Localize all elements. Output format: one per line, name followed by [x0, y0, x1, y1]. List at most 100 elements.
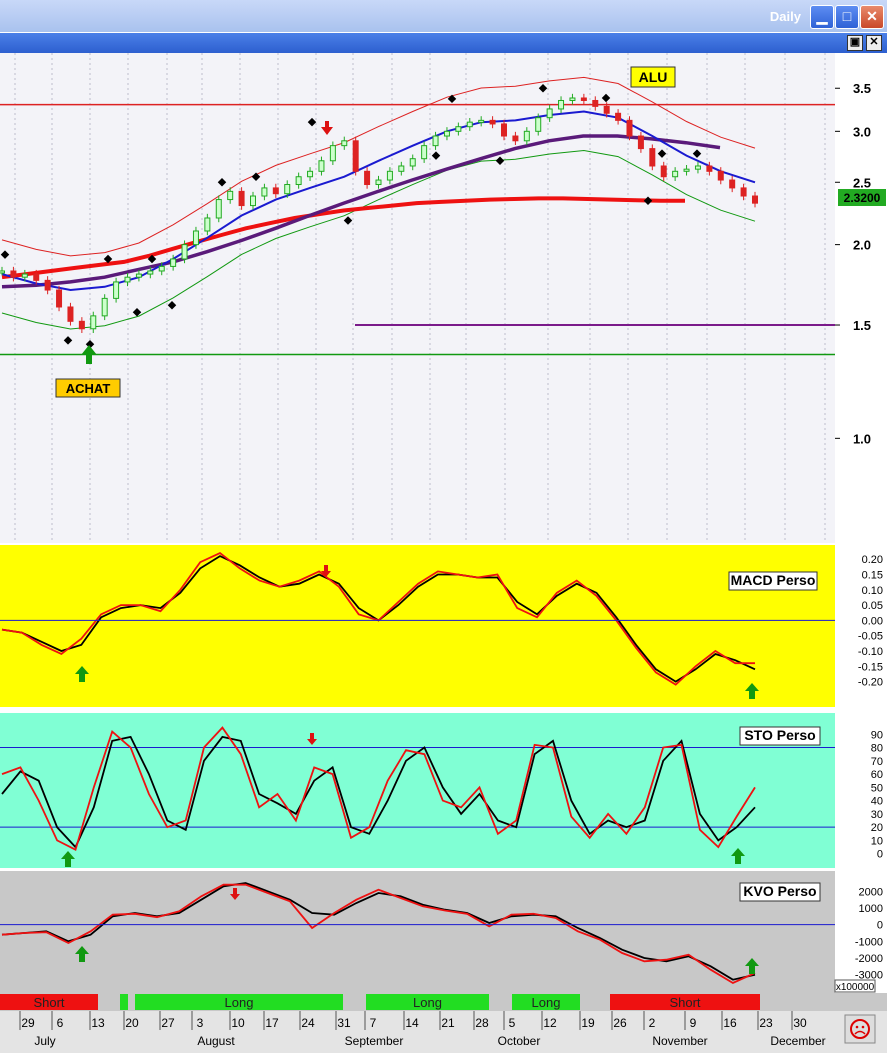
subwindow-close-icon[interactable]: ✕ — [866, 35, 882, 51]
signal-label: Short — [669, 995, 700, 1010]
candle — [478, 119, 485, 123]
axis-tick-label: 50 — [871, 782, 883, 794]
date-tick-label: 30 — [793, 1016, 807, 1030]
price-tick-label: 2.5 — [853, 175, 871, 190]
candle — [0, 270, 5, 274]
date-tick-label: 23 — [759, 1016, 773, 1030]
axis-tick-label: 60 — [871, 769, 883, 781]
date-tick-label: 19 — [581, 1016, 595, 1030]
axis-tick-label: -0.05 — [858, 631, 883, 643]
buy-label: ACHAT — [55, 378, 121, 398]
date-tick-label: 24 — [301, 1016, 315, 1030]
candle — [569, 97, 576, 101]
month-label: July — [34, 1034, 55, 1048]
candle — [592, 99, 599, 107]
candle — [421, 145, 428, 160]
candle — [660, 165, 667, 178]
candle — [364, 170, 371, 186]
axis-tick-label: 20 — [871, 822, 883, 834]
date-tick-label: 20 — [125, 1016, 139, 1030]
sad-face-icon[interactable] — [844, 1014, 876, 1044]
buy-label-text: ACHAT — [66, 381, 111, 396]
candle — [33, 273, 40, 281]
candle — [706, 165, 713, 172]
last-price-text: 2.3200 — [844, 191, 881, 205]
price-tick-label: 3.0 — [853, 124, 871, 139]
panel-title: KVO Perso — [739, 882, 821, 902]
candle — [558, 99, 565, 110]
candle — [489, 119, 496, 125]
candle — [546, 108, 553, 119]
window-title: Daily — [769, 9, 801, 24]
axis-tick-label: -1000 — [855, 936, 883, 948]
candle — [466, 121, 473, 128]
minimize-icon[interactable]: ▁ — [810, 5, 834, 29]
candle — [124, 276, 131, 283]
candle — [580, 97, 587, 101]
candle — [717, 170, 724, 181]
unit-label: x100000 — [836, 982, 875, 993]
date-tick-label: 10 — [231, 1016, 245, 1030]
candle — [238, 190, 245, 207]
date-tick-label: 6 — [57, 1016, 64, 1030]
chart-subwindow-bar: ▣ ✕ — [0, 33, 887, 53]
axis-tick-label: 1000 — [859, 903, 883, 915]
candle — [740, 187, 747, 197]
candle — [215, 199, 222, 219]
date-tick-label: 12 — [543, 1016, 557, 1030]
candle — [135, 273, 142, 278]
candle — [352, 140, 359, 172]
candle — [603, 105, 610, 114]
date-tick-label: 17 — [265, 1016, 279, 1030]
axis-tick-label: 80 — [871, 743, 883, 755]
signal-label: Long — [532, 995, 561, 1010]
candle — [272, 187, 279, 195]
close-icon[interactable]: ✕ — [860, 5, 884, 29]
candle — [181, 244, 188, 260]
month-label: September — [345, 1034, 404, 1048]
candle — [192, 230, 199, 246]
price-panel-bg — [0, 53, 835, 543]
date-tick-label: 27 — [161, 1016, 175, 1030]
date-tick-label: 13 — [91, 1016, 105, 1030]
candle — [318, 160, 325, 172]
candle — [284, 184, 291, 195]
candle — [295, 176, 302, 186]
window-titlebar: Daily ▁ □ ✕ — [0, 0, 887, 32]
candle — [375, 179, 382, 186]
maximize-icon[interactable]: □ — [835, 5, 859, 29]
candle — [307, 170, 314, 178]
panel-title-text: MACD Perso — [731, 572, 816, 588]
axis-tick-label: 0.20 — [862, 554, 883, 566]
date-tick-label: 5 — [509, 1016, 516, 1030]
month-label: August — [197, 1034, 235, 1048]
candle — [398, 165, 405, 172]
candle — [729, 179, 736, 189]
restore-icon[interactable]: ▣ — [847, 35, 863, 51]
axis-tick-label: 0.00 — [862, 615, 883, 627]
candle — [615, 112, 622, 121]
candle — [683, 168, 690, 172]
candle — [637, 135, 644, 150]
candle — [113, 281, 120, 299]
price-tick-label: 2.0 — [853, 238, 871, 253]
candle — [101, 297, 108, 317]
candle — [44, 279, 51, 291]
candle — [672, 170, 679, 178]
chart-area[interactable]: 3.5 3.0 2.5 2.0 1.5 1.0 ALU ACHAT 2.3200 0.20 0.1… — [0, 53, 887, 1053]
candle — [78, 320, 85, 330]
axis-tick-label: 0 — [877, 849, 883, 861]
date-tick-label: 14 — [405, 1016, 419, 1030]
panel-title: STO Perso — [739, 726, 821, 746]
price-tick-label: 3.5 — [853, 81, 871, 96]
date-tick-label: 31 — [337, 1016, 351, 1030]
panel-title: MACD Perso — [728, 571, 818, 591]
axis-tick-label: 40 — [871, 796, 883, 808]
candle — [10, 270, 17, 278]
axis-tick-label: 0.10 — [862, 585, 883, 597]
price-tick-label: 1.0 — [853, 431, 871, 446]
candle — [250, 195, 256, 207]
candle — [626, 119, 633, 137]
candle — [67, 306, 74, 322]
date-tick-label: 28 — [475, 1016, 489, 1030]
